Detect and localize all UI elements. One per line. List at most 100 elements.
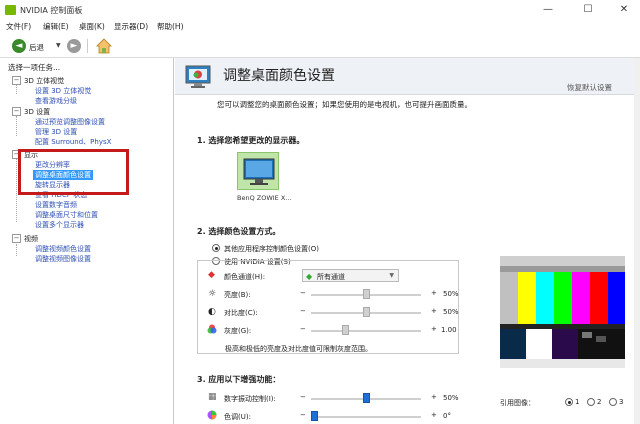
gamma-increase[interactable]: +: [431, 325, 437, 333]
ref-image-radio-1-label[interactable]: 1: [575, 398, 579, 406]
vibrance-increase[interactable]: +: [431, 393, 437, 401]
tree-line: [16, 244, 17, 256]
back-dropdown-icon[interactable]: ▼: [56, 42, 61, 49]
brightness-slider-thumb[interactable]: [362, 289, 370, 299]
menu-bar: 文件(F) 编辑(E) 桌面(K) 显示器(D) 帮助(H): [0, 20, 640, 33]
color-channel-label: 颜色通道(H):: [224, 273, 266, 281]
tree-line: [16, 158, 17, 222]
range-note: 极高和极低的亮度及对比度值可限制灰度范围。: [225, 345, 372, 353]
home-icon[interactable]: [96, 38, 112, 54]
gamma-value: 1.00: [441, 326, 457, 334]
brightness-decrease[interactable]: −: [300, 289, 306, 297]
ref-image-radio-2-label[interactable]: 2: [597, 398, 601, 406]
back-button-label[interactable]: 后退: [29, 42, 44, 53]
hue-slider-track[interactable]: [311, 416, 421, 418]
hue-increase[interactable]: +: [431, 411, 437, 419]
ref-image-radio-2[interactable]: [587, 398, 595, 406]
gamma-decrease[interactable]: −: [300, 325, 306, 333]
expand-toggle[interactable]: −: [12, 107, 21, 116]
window-title: NVIDIA 控制面板: [20, 6, 83, 15]
nvidia-logo-icon: [5, 5, 16, 15]
desktop-color-icon: [185, 65, 211, 88]
brightness-label: 亮度(B):: [224, 291, 251, 299]
brightness-icon: ☼: [208, 289, 217, 299]
tree-item-setup-3d-stereo[interactable]: 设置 3D 立体视觉: [35, 86, 91, 96]
color-test-image: [500, 256, 625, 368]
toolbar: ◄ 后退 ▼ ►: [0, 33, 640, 58]
tree-item-video-color[interactable]: 调整视频颜色设置: [35, 244, 91, 254]
section-3-heading: 3. 应用以下增强功能：: [197, 375, 281, 384]
tree-cat-video[interactable]: 视频: [24, 234, 38, 244]
tree-item-manage-3d[interactable]: 管理 3D 设置: [35, 127, 77, 137]
contrast-value: 50%: [443, 308, 459, 316]
color-channel-icon: ◆: [208, 270, 215, 280]
ref-image-radio-3-label[interactable]: 3: [619, 398, 623, 406]
contrast-increase[interactable]: +: [431, 307, 437, 315]
brightness-increase[interactable]: +: [431, 289, 437, 297]
tree-cat-3d-settings[interactable]: 3D 设置: [24, 107, 50, 117]
hue-decrease[interactable]: −: [300, 411, 306, 419]
title-bar: NVIDIA 控制面板 — ☐ ✕: [0, 0, 640, 20]
menu-file[interactable]: 文件(F): [6, 21, 31, 32]
radio-other-apps[interactable]: [212, 244, 220, 252]
vibrance-decrease[interactable]: −: [300, 393, 306, 401]
color-bars-image: [500, 256, 625, 368]
hue-slider-thumb[interactable]: [311, 411, 318, 421]
section-1-heading: 1. 选择您希望更改的显示器。: [197, 136, 305, 145]
monitor-label: BenQ ZOWIE X...: [237, 194, 292, 202]
tree-item-preview-image-settings[interactable]: 通过预览调整图像设置: [35, 117, 105, 127]
tree-line: [16, 84, 17, 94]
tree-item-video-image[interactable]: 调整视频图像设置: [35, 254, 91, 264]
maximize-button[interactable]: ☐: [572, 0, 604, 20]
tree-item-desktop-size[interactable]: 调整桌面尺寸和位置: [35, 210, 98, 220]
tree-cat-3d-stereo[interactable]: 3D 立体视觉: [24, 76, 64, 86]
gamma-slider-track[interactable]: [311, 330, 421, 332]
expand-toggle[interactable]: −: [12, 76, 21, 85]
close-button[interactable]: ✕: [608, 0, 640, 20]
menu-desktop[interactable]: 桌面(K): [79, 21, 105, 32]
monitor-tile[interactable]: [237, 152, 279, 190]
menu-edit[interactable]: 编辑(E): [43, 21, 69, 32]
hue-icon: [207, 410, 217, 420]
hue-value: 0°: [443, 412, 451, 420]
menu-display[interactable]: 显示器(D): [114, 21, 148, 32]
brightness-value: 50%: [443, 290, 459, 298]
vibrance-label: 数字振动控制(I):: [224, 395, 276, 403]
radio-other-apps-label[interactable]: 其他应用程序控制颜色设置(O): [224, 244, 319, 254]
gamma-icon: [207, 324, 217, 334]
back-arrow-icon[interactable]: ◄: [12, 39, 26, 53]
content-panel: 调整桌面颜色设置 恢复默认设置 您可以调整您的桌面颜色设置；如果您使用的是电视机…: [175, 58, 640, 424]
annotation-highlight-box: [18, 149, 129, 195]
reference-image-label: 引用图像：: [500, 399, 535, 407]
color-channel-select[interactable]: ◆ 所有通道 ▼: [302, 269, 399, 282]
vibrance-slider-thumb[interactable]: [362, 393, 370, 403]
page-title: 调整桌面颜色设置: [223, 68, 335, 84]
task-tree-panel: 选择一项任务... − 3D 立体视觉 设置 3D 立体视觉 查看游戏分级 − …: [0, 58, 174, 424]
tree-item-game-ratings[interactable]: 查看游戏分级: [35, 96, 77, 106]
expand-toggle[interactable]: −: [12, 234, 21, 243]
contrast-icon: ◐: [208, 307, 216, 317]
restore-defaults-link[interactable]: 恢复默认设置: [567, 82, 612, 93]
gamma-slider-thumb[interactable]: [341, 325, 349, 335]
menu-help[interactable]: 帮助(H): [157, 21, 184, 32]
tree-line: [16, 116, 17, 136]
tree-item-surround-physx[interactable]: 配置 Surround、PhysX: [35, 137, 111, 147]
ref-image-radio-3[interactable]: [609, 398, 617, 406]
contrast-decrease[interactable]: −: [300, 307, 306, 315]
task-panel-title: 选择一项任务...: [8, 63, 61, 72]
vibrance-value: 50%: [443, 394, 459, 402]
contrast-label: 对比度(C):: [224, 309, 258, 317]
gamma-label: 灰度(G):: [224, 327, 252, 335]
vibrance-icon: ▦: [208, 392, 217, 402]
ref-image-radio-1[interactable]: [565, 398, 573, 406]
contrast-slider-thumb[interactable]: [362, 307, 370, 317]
forward-arrow-icon[interactable]: ►: [67, 39, 81, 53]
tree-item-digital-audio[interactable]: 设置数字音频: [35, 200, 77, 210]
minimize-button[interactable]: —: [532, 0, 564, 20]
hue-label: 色调(U):: [224, 413, 251, 421]
content-scrollbar[interactable]: [634, 58, 640, 424]
monitor-icon: [243, 158, 275, 185]
section-2-heading: 2. 选择颜色设置方式。: [197, 227, 281, 236]
toolbar-separator: [87, 39, 88, 53]
tree-item-multiple-displays[interactable]: 设置多个显示器: [35, 220, 84, 230]
